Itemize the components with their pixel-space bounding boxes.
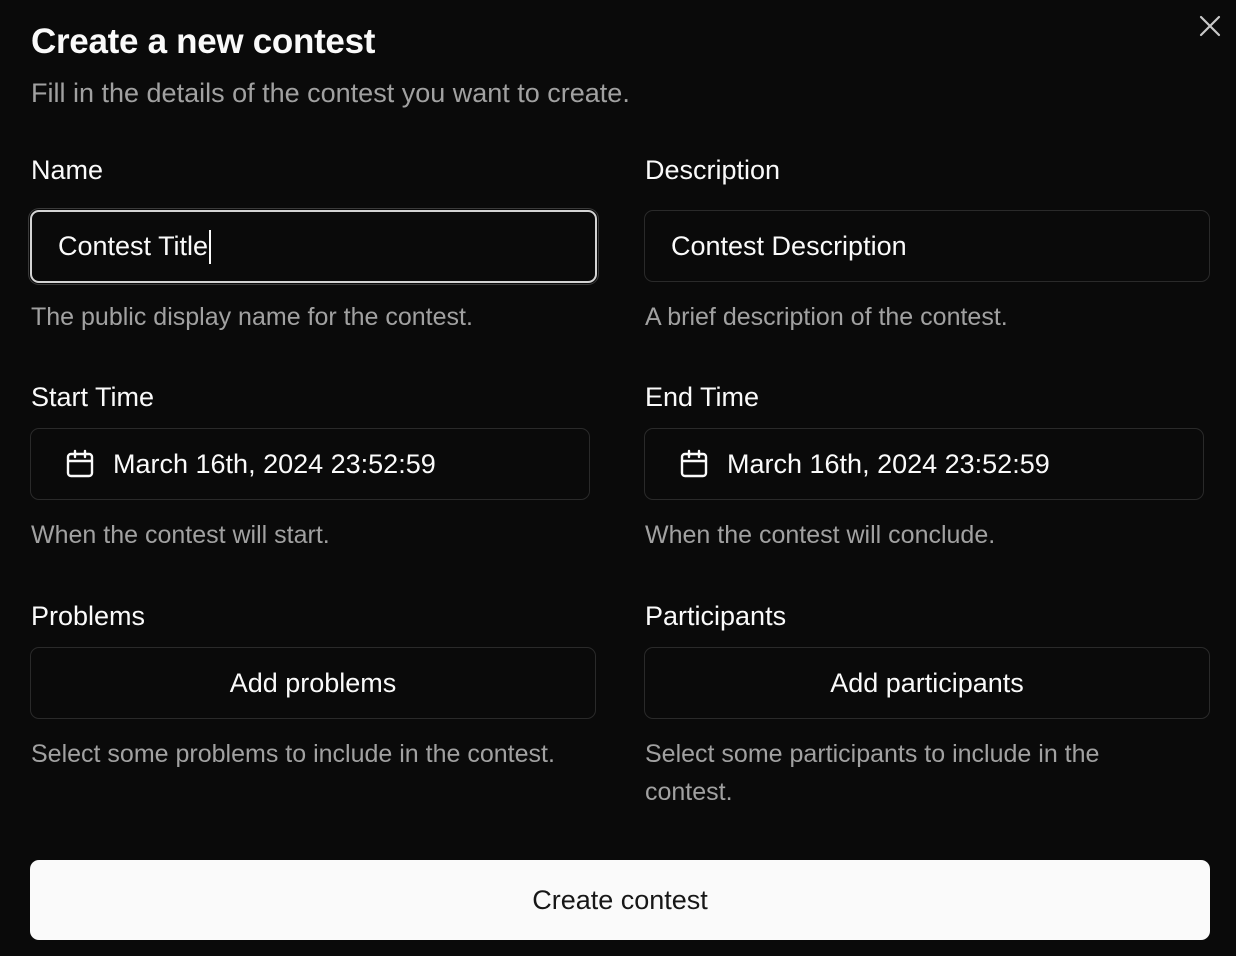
end-time-picker[interactable]: March 16th, 2024 23:52:59 xyxy=(644,428,1204,500)
start-time-value: March 16th, 2024 23:52:59 xyxy=(113,448,436,479)
add-problems-button[interactable]: Add problems xyxy=(30,647,596,719)
create-contest-button[interactable]: Create contest xyxy=(30,860,1210,940)
name-help: The public display name for the contest. xyxy=(31,303,473,331)
add-participants-button[interactable]: Add participants xyxy=(644,647,1210,719)
dialog-subtitle: Fill in the details of the contest you w… xyxy=(31,78,630,108)
end-time-label: End Time xyxy=(645,382,760,412)
name-label: Name xyxy=(31,155,104,185)
description-help: A brief description of the contest. xyxy=(645,303,1008,331)
close-icon xyxy=(1199,15,1221,37)
calendar-icon xyxy=(65,449,95,479)
participants-label: Participants xyxy=(645,601,787,631)
description-label: Description xyxy=(645,155,781,185)
description-input-value: Contest Description xyxy=(671,230,907,261)
calendar-icon xyxy=(679,449,709,479)
name-input[interactable]: Contest Title xyxy=(30,210,597,283)
start-time-label: Start Time xyxy=(31,382,155,412)
dialog-title: Create a new contest xyxy=(31,22,376,61)
start-time-picker[interactable]: March 16th, 2024 23:52:59 xyxy=(30,428,590,500)
description-input[interactable]: Contest Description xyxy=(644,210,1210,282)
close-button[interactable] xyxy=(1197,13,1223,39)
start-time-help: When the contest will start. xyxy=(31,521,330,549)
name-input-value: Contest Title xyxy=(58,231,209,261)
problems-help: Select some problems to include in the c… xyxy=(31,740,555,768)
problems-label: Problems xyxy=(31,601,146,631)
text-caret xyxy=(209,229,212,264)
end-time-help: When the contest will conclude. xyxy=(645,521,996,549)
participants-help: Select some participants to include in t… xyxy=(645,740,1100,806)
end-time-value: March 16th, 2024 23:52:59 xyxy=(727,448,1050,479)
create-contest-dialog: Create a new contest Fill in the details… xyxy=(0,0,1236,956)
